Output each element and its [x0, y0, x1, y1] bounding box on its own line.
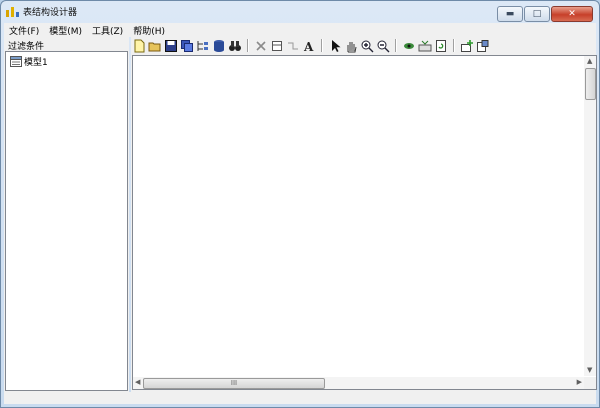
- copy-icon[interactable]: [179, 38, 195, 54]
- text-icon[interactable]: A: [301, 38, 317, 54]
- menu-model[interactable]: 模型(M): [44, 24, 87, 37]
- close-button[interactable]: ✕: [551, 6, 593, 22]
- refresh-icon[interactable]: [433, 38, 449, 54]
- horizontal-scrollbar[interactable]: ◀ III ▶: [133, 377, 584, 389]
- scroll-down-icon[interactable]: ▼: [587, 367, 592, 374]
- right-panel: A ▲ ▼ ◀ III ▶: [131, 37, 597, 392]
- menu-help[interactable]: 帮助(H): [128, 24, 170, 37]
- delete-icon[interactable]: [253, 38, 269, 54]
- svg-text:A: A: [303, 40, 314, 53]
- new-file-icon[interactable]: [131, 38, 147, 54]
- status-bar: [4, 392, 596, 404]
- tree-node-label: 模型1: [24, 58, 48, 68]
- open-folder-icon[interactable]: [147, 38, 163, 54]
- vertical-scroll-thumb[interactable]: [585, 68, 596, 100]
- model-icon: [10, 56, 22, 67]
- scrollbar-corner: [584, 377, 596, 389]
- title-bar[interactable]: 表结构设计器 ▬ □ ✕: [1, 1, 599, 23]
- scroll-left-icon[interactable]: ◀: [135, 379, 140, 386]
- database-icon[interactable]: [211, 38, 227, 54]
- design-canvas[interactable]: ▲ ▼ ◀ III ▶: [132, 55, 597, 390]
- window-title: 表结构设计器: [23, 8, 78, 18]
- window-controls: ▬ □ ✕: [496, 6, 593, 22]
- save-icon[interactable]: [163, 38, 179, 54]
- menu-file[interactable]: 文件(F): [4, 24, 44, 37]
- maximize-button[interactable]: □: [524, 6, 550, 22]
- toolbar-separator: [395, 39, 397, 52]
- toolbar: A: [131, 37, 596, 54]
- left-panel: 过滤条件 模型1: [4, 37, 129, 392]
- vertical-scrollbar[interactable]: ▲ ▼: [584, 56, 596, 376]
- app-window: 表结构设计器 ▬ □ ✕ 文件(F) 模型(M) 工具(Z) 帮助(H) 过滤条…: [0, 0, 600, 408]
- tree-layout-icon[interactable]: [195, 38, 211, 54]
- horizontal-scroll-thumb[interactable]: III: [143, 378, 325, 389]
- model-tree[interactable]: 模型1: [5, 51, 128, 391]
- properties-icon[interactable]: [475, 38, 491, 54]
- find-icon[interactable]: [227, 38, 243, 54]
- sql-icon[interactable]: [417, 38, 433, 54]
- app-icon: [6, 7, 19, 17]
- add-table-icon[interactable]: [459, 38, 475, 54]
- menu-tools[interactable]: 工具(Z): [87, 24, 128, 37]
- toolbar-separator: [321, 39, 323, 52]
- zoom-out-icon[interactable]: [375, 38, 391, 54]
- eye-icon[interactable]: [401, 38, 417, 54]
- table-icon[interactable]: [269, 38, 285, 54]
- menu-bar: 文件(F) 模型(M) 工具(Z) 帮助(H): [4, 23, 596, 37]
- toolbar-separator: [453, 39, 455, 52]
- scroll-up-icon[interactable]: ▲: [587, 58, 592, 65]
- relation-icon[interactable]: [285, 38, 301, 54]
- tree-node-model1[interactable]: 模型1: [10, 55, 48, 68]
- zoom-in-icon[interactable]: [359, 38, 375, 54]
- scroll-right-icon[interactable]: ▶: [577, 379, 582, 386]
- minimize-button[interactable]: ▬: [497, 6, 523, 22]
- toolbar-separator: [247, 39, 249, 52]
- pointer-icon[interactable]: [327, 38, 343, 54]
- hand-pan-icon[interactable]: [343, 38, 359, 54]
